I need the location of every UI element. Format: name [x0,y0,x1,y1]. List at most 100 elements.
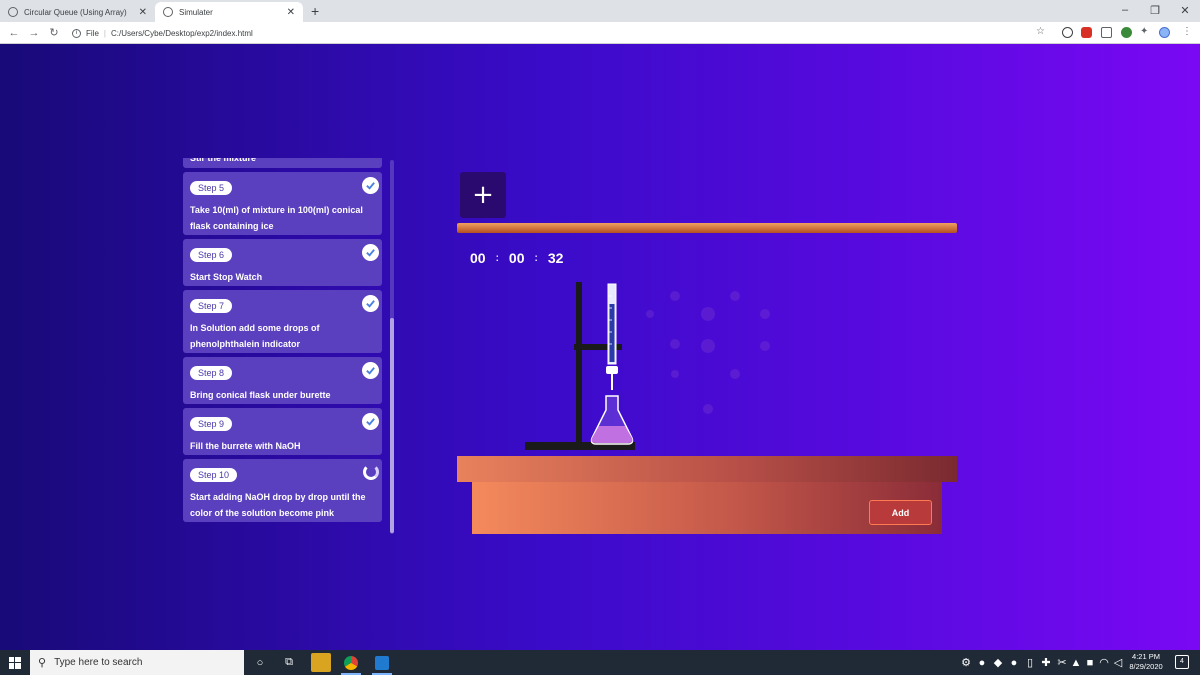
step-card: Stir the mixture [183,158,382,168]
notification-center-icon[interactable]: 4 [1175,655,1189,669]
lab-bench-top [457,456,957,482]
tray-icon[interactable]: ✚ [1040,653,1052,672]
extensions-puzzle-icon[interactable]: ✦ [1140,25,1148,39]
task-view-icon[interactable]: ⧉ [279,653,299,672]
step-card: Step 7 In Solution add some drops of phe… [183,290,382,353]
tray-icon[interactable]: ◆ [992,653,1004,672]
tray-icon[interactable]: ● [976,653,988,672]
flask-liquid [591,426,633,443]
address-bar-row: ← → ↻ i File | C:/Users/Cybe/Desktop/exp… [0,22,1200,44]
checkmark-icon [362,244,379,261]
tab-simulater[interactable]: Simulater ✕ [155,2,303,22]
menu-kebab-icon[interactable]: ⋮ [1182,25,1192,39]
tray-icon[interactable]: ⚙ [960,653,972,672]
checkmark-icon [362,295,379,312]
close-tab-icon[interactable]: ✕ [139,7,147,18]
url-input[interactable]: i File | C:/Users/Cybe/Desktop/exp2/inde… [72,25,253,41]
timer-hours: 00 [470,250,486,266]
step-badge: Step 5 [190,181,233,195]
step-text: In Solution add some drops of phenolphth… [190,323,320,349]
tray-icon[interactable]: ■ [1084,653,1096,672]
step-badge: Step 7 [190,299,233,313]
search-icon: ⚲ [38,657,47,669]
step-text: Take 10(ml) of mixture in 100(ml) conica… [190,205,363,231]
chrome-icon[interactable] [341,653,361,675]
extension-block-icon[interactable] [1062,27,1073,38]
tray-icon[interactable]: ▲ [1070,653,1082,672]
burette-liquid [609,304,615,362]
url-text: C:/Users/Cybe/Desktop/exp2/index.html [110,28,253,38]
browser-tab-strip: Circular Queue (Using Array) ✕ Simulater… [0,0,1200,22]
extension-green-icon[interactable] [1121,27,1132,38]
extension-camera-icon[interactable] [1101,27,1112,38]
step-badge: Step 8 [190,366,233,380]
step-badge: Step 9 [190,417,233,431]
wifi-icon[interactable]: ◠ [1098,653,1110,672]
taskbar-clock[interactable]: 4:21 PM 8/29/2020 [1124,652,1168,672]
step-badge: Step 10 [190,468,238,482]
file-explorer-icon[interactable] [311,653,331,672]
tab-title: Circular Queue (Using Array) [24,7,127,17]
step-text: Stir the mixture [190,158,257,163]
add-apparatus-button[interactable]: + [460,172,506,218]
restore-button[interactable]: ❐ [1140,0,1170,20]
forward-icon[interactable]: → [26,25,42,41]
checkmark-icon [362,362,379,379]
profile-avatar-icon[interactable] [1159,27,1170,38]
bookmark-star-icon[interactable]: ☆ [1036,25,1045,39]
step-text: Start adding NaOH drop by drop until the… [190,492,366,518]
step-card: Step 5 Take 10(ml) of mixture in 100(ml)… [183,172,382,235]
extension-red-icon[interactable] [1081,27,1092,38]
clock-date: 8/29/2020 [1129,662,1163,671]
timer-seconds: 32 [547,250,564,266]
tray-icon[interactable]: ● [1008,653,1020,672]
windows-logo-icon [9,656,21,669]
search-placeholder: Type here to search [54,657,143,668]
step-card: Step 6 Start Stop Watch [183,239,382,286]
tab-title: Simulater [179,7,213,17]
titration-apparatus [525,282,635,450]
loading-spinner-icon [363,464,379,480]
vscode-icon[interactable] [372,653,392,675]
checkmark-icon [362,413,379,430]
stopwatch: 00 : 00 : 32 [470,250,563,266]
stopcock [606,366,618,374]
close-window-button[interactable]: ✕ [1170,0,1200,20]
cortana-icon[interactable]: ○ [250,653,270,672]
timer-separator: : [495,252,499,264]
divider: | [103,28,106,38]
add-button[interactable]: Add [869,500,932,525]
step-badge: Step 6 [190,248,233,262]
timer-separator: : [534,252,538,264]
scrollbar-thumb[interactable] [390,318,394,533]
taskbar-search-input[interactable]: ⚲ Type here to search [30,650,244,675]
step-card: Step 8 Bring conical flask under burette [183,357,382,404]
scheme-label: File [86,28,99,38]
step-text: Fill the burrete with NaOH [190,441,301,451]
back-icon[interactable]: ← [6,25,22,41]
simulator-page: Stir the mixture Step 5 Take 10(ml) of m… [0,44,1200,650]
checkmark-icon [362,177,379,194]
stand-rod [576,282,582,444]
windows-taskbar: ⚲ Type here to search ○ ⧉ ⚙ ● ◆ ● ▯ ✚ ✂ … [0,650,1200,675]
step-card: Step 10 Start adding NaOH drop by drop u… [183,459,382,522]
clock-time: 4:21 PM [1132,652,1160,661]
globe-icon [8,7,18,17]
close-tab-icon[interactable]: ✕ [287,7,295,18]
step-card: Step 9 Fill the burrete with NaOH [183,408,382,455]
reload-icon[interactable]: ↻ [46,25,62,41]
timer-minutes: 00 [508,250,525,266]
step-text: Start Stop Watch [190,272,263,282]
step-text: Bring conical flask under burette [190,390,331,400]
apparatus-shelf [457,223,957,233]
steps-list[interactable]: Stir the mixture Step 5 Take 10(ml) of m… [183,158,395,536]
start-button[interactable] [0,650,30,675]
tab-circular-queue[interactable]: Circular Queue (Using Array) ✕ [0,2,155,22]
volume-icon[interactable]: ◁ [1112,653,1124,672]
minimize-button[interactable]: – [1110,0,1140,20]
tray-icon[interactable]: ✂ [1056,653,1068,672]
new-tab-button[interactable]: + [311,2,319,20]
globe-icon [163,7,173,17]
info-icon[interactable]: i [72,28,81,38]
tray-icon[interactable]: ▯ [1024,653,1036,672]
